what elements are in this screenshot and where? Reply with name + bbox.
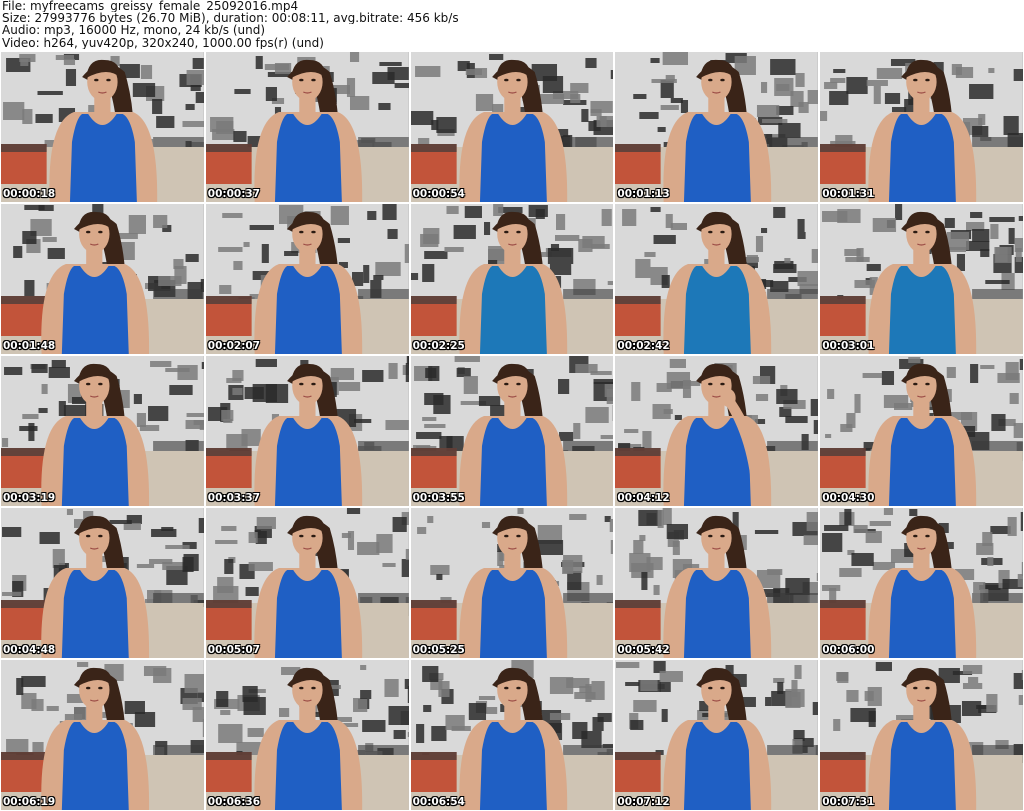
thumbnail-frame-image bbox=[615, 52, 819, 202]
video-thumbnail: 00:02:42 bbox=[615, 204, 819, 354]
thumbnail-frame-image bbox=[410, 204, 614, 354]
video-thumbnail: 00:02:25 bbox=[410, 204, 614, 354]
video-thumbnail: 00:06:00 bbox=[820, 508, 1023, 658]
video-thumbnail: 00:07:31 bbox=[820, 660, 1023, 810]
thumbnail-timestamp: 00:01:31 bbox=[822, 188, 875, 200]
thumbnail-timestamp: 00:01:13 bbox=[617, 188, 670, 200]
thumbnail-timestamp: 00:01:48 bbox=[3, 340, 56, 352]
thumbnail-timestamp: 00:02:42 bbox=[617, 340, 670, 352]
thumbnail-timestamp: 00:05:07 bbox=[207, 644, 261, 656]
thumbnail-frame-image bbox=[820, 660, 1023, 810]
thumbnail-timestamp: 00:04:48 bbox=[3, 644, 56, 656]
thumbnail-frame-image bbox=[615, 356, 819, 506]
video-thumbnail: 00:03:37 bbox=[205, 356, 409, 506]
thumbnail-timestamp: 00:07:12 bbox=[617, 796, 670, 808]
thumbnail-frame-image bbox=[820, 356, 1023, 506]
thumbnail-frame-image bbox=[205, 204, 409, 354]
thumbnail-timestamp: 00:07:31 bbox=[822, 796, 875, 808]
file-size-line: Size: 27993776 bytes (26.70 MiB), durati… bbox=[2, 12, 459, 25]
audio-info-line: Audio: mp3, 16000 Hz, mono, 24 kb/s (und… bbox=[2, 24, 266, 37]
thumbnail-timestamp: 00:03:55 bbox=[412, 492, 465, 504]
thumbnail-timestamp: 00:00:37 bbox=[207, 188, 261, 200]
video-thumbnail: 00:01:13 bbox=[615, 52, 819, 202]
thumbnail-timestamp: 00:03:19 bbox=[3, 492, 56, 504]
thumbnail-timestamp: 00:05:25 bbox=[412, 644, 465, 656]
thumbnail-frame-image bbox=[1, 660, 204, 810]
video-thumbnail: 00:06:36 bbox=[205, 660, 409, 810]
thumbnail-frame-image bbox=[205, 660, 409, 810]
video-thumbnail: 00:06:54 bbox=[410, 660, 614, 810]
video-thumbnail: 00:01:48 bbox=[1, 204, 204, 354]
video-thumbnail: 00:05:42 bbox=[615, 508, 819, 658]
thumbnail-timestamp: 00:02:07 bbox=[207, 340, 261, 352]
thumbnail-frame-image bbox=[205, 356, 409, 506]
thumbnail-frame-image bbox=[1, 508, 204, 658]
thumbnail-frame-image bbox=[205, 52, 409, 202]
thumbnail-timestamp: 00:04:30 bbox=[822, 492, 875, 504]
video-thumbnail: 00:00:37 bbox=[205, 52, 409, 202]
video-thumbnail: 00:05:25 bbox=[410, 508, 614, 658]
thumbnail-frame-image bbox=[410, 660, 614, 810]
thumbnail-timestamp: 00:05:42 bbox=[617, 644, 670, 656]
thumbnail-timestamp: 00:00:18 bbox=[3, 188, 56, 200]
thumbnail-frame-image bbox=[410, 356, 614, 506]
thumbnail-frame-image bbox=[820, 52, 1023, 202]
thumbnail-frame-image bbox=[410, 52, 614, 202]
video-info-line: Video: h264, yuv420p, 320x240, 1000.00 f… bbox=[2, 36, 324, 49]
video-thumbnail: 00:03:19 bbox=[1, 356, 204, 506]
thumbnail-frame-image bbox=[1, 356, 204, 506]
thumbnail-frame-image bbox=[1, 52, 204, 202]
video-thumbnail: 00:02:07 bbox=[205, 204, 409, 354]
video-thumbnail: 00:01:31 bbox=[820, 52, 1023, 202]
video-thumbnail: 00:00:54 bbox=[410, 52, 614, 202]
thumbnail-timestamp: 00:03:01 bbox=[822, 340, 875, 352]
file-name-line: File: myfreecams_greissy_female_25092016… bbox=[2, 0, 299, 13]
video-thumbnail: 00:04:30 bbox=[820, 356, 1023, 506]
video-thumbnail: 00:03:55 bbox=[410, 356, 614, 506]
thumbnail-frame-image bbox=[205, 508, 409, 658]
thumbnail-frame-image bbox=[820, 204, 1023, 354]
thumbnail-timestamp: 00:04:12 bbox=[617, 492, 670, 504]
thumbnail-frame-image bbox=[1, 204, 204, 354]
video-thumbnail: 00:00:18 bbox=[1, 52, 204, 202]
thumbnail-timestamp: 00:06:19 bbox=[3, 796, 56, 808]
file-info-header: File: myfreecams_greissy_female_25092016… bbox=[2, 0, 1022, 50]
video-thumbnail: 00:06:19 bbox=[1, 660, 204, 810]
thumbnail-frame-image bbox=[615, 660, 819, 810]
thumbnail-timestamp: 00:03:37 bbox=[207, 492, 261, 504]
thumbnail-timestamp: 00:02:25 bbox=[412, 340, 465, 352]
thumbnail-timestamp: 00:06:00 bbox=[822, 644, 875, 656]
thumbnail-frame-image bbox=[820, 508, 1023, 658]
thumbnail-frame-image bbox=[615, 204, 819, 354]
thumbnail-frame-image bbox=[615, 508, 819, 658]
thumbnail-frame-image bbox=[410, 508, 614, 658]
video-thumbnail: 00:04:12 bbox=[615, 356, 819, 506]
video-thumbnail: 00:05:07 bbox=[205, 508, 409, 658]
video-thumbnail: 00:03:01 bbox=[820, 204, 1023, 354]
thumbnail-grid: 00:00:18 00:00:37 00:00:54 00:01:13 00:01:31… bbox=[1, 52, 1023, 811]
video-thumbnail: 00:04:48 bbox=[1, 508, 204, 658]
thumbnail-timestamp: 00:00:54 bbox=[412, 188, 465, 200]
thumbnail-timestamp: 00:06:54 bbox=[412, 796, 465, 808]
thumbnail-timestamp: 00:06:36 bbox=[207, 796, 261, 808]
video-thumbnail: 00:07:12 bbox=[615, 660, 819, 810]
